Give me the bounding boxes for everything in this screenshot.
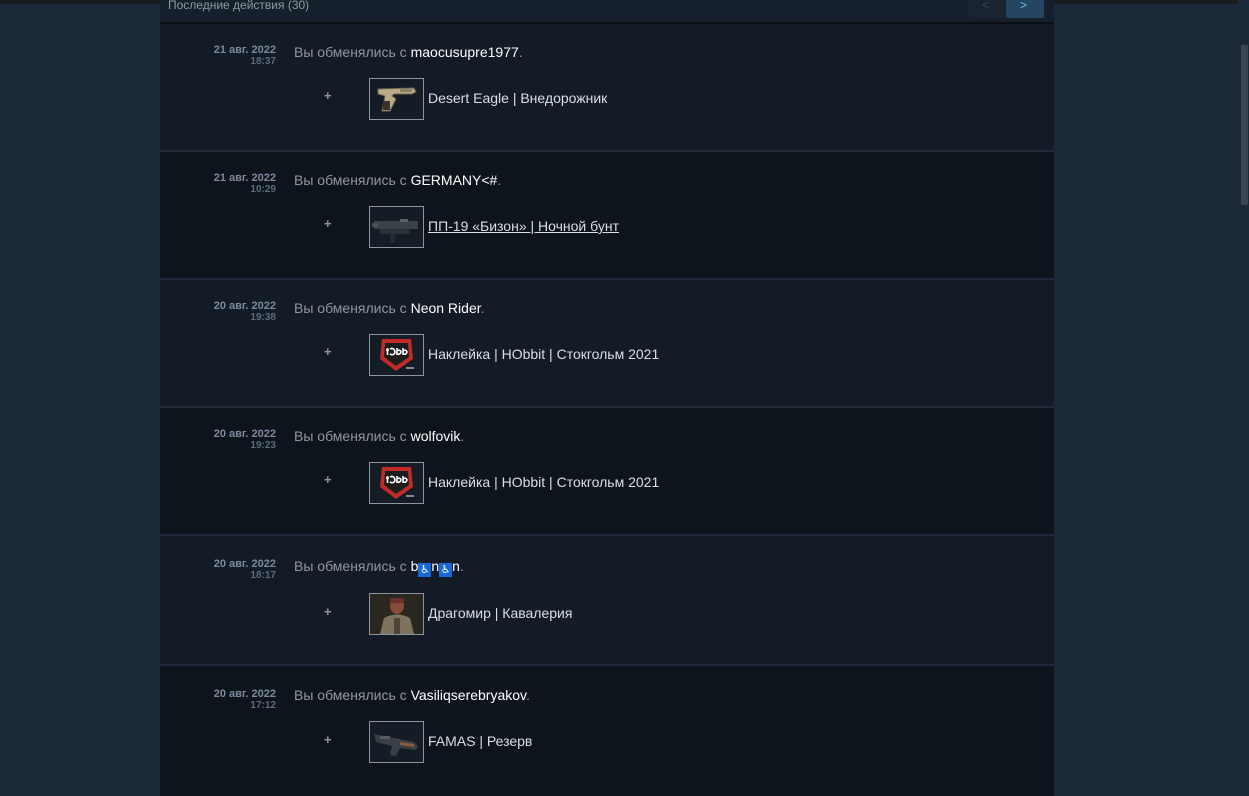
item-name[interactable]: ПП-19 «Бизон» | Ночной бунт xyxy=(428,218,619,234)
entry-date: 21 авг. 2022 xyxy=(213,172,276,184)
entry-time: 19:38 xyxy=(250,312,276,323)
wheelchair-icon: ♿ xyxy=(418,563,432,577)
item-thumbnail[interactable] xyxy=(369,462,424,504)
sticker-icon xyxy=(380,467,414,499)
trade-prefix: Вы обменялись с xyxy=(294,428,411,444)
trade-prefix: Вы обменялись с xyxy=(294,687,411,703)
entry-time: 17:12 xyxy=(250,700,276,711)
plus-icon: + xyxy=(324,604,332,619)
entry-date: 20 авг. 2022 xyxy=(213,428,276,440)
smg-icon xyxy=(372,219,418,243)
item-thumbnail[interactable] xyxy=(369,334,424,376)
trade-suffix: . xyxy=(497,172,502,188)
item-name[interactable]: Драгомир | Кавалерия xyxy=(428,605,572,621)
prev-page-button[interactable]: < xyxy=(968,0,1006,18)
wheelchair-icon: ♿ xyxy=(439,563,453,577)
item-thumbnail[interactable] xyxy=(369,721,424,763)
trade-suffix: . xyxy=(526,687,530,703)
pistol-icon xyxy=(377,87,417,112)
trade-description: Вы обменялись с maocusupre1977. xyxy=(294,44,523,60)
trade-suffix: . xyxy=(460,428,465,444)
sticker-icon xyxy=(380,339,414,371)
trade-description: Вы обменялись с Vasiliqserebryakov. xyxy=(294,687,530,703)
trade-description: Вы обменялись с wolfovik. xyxy=(294,428,464,444)
username-part: n xyxy=(431,558,440,574)
plus-icon: + xyxy=(324,732,332,747)
chevron-right-icon: > xyxy=(1020,0,1028,12)
trade-description: Вы обменялись с GERMANY<#. xyxy=(294,172,501,188)
username-part: n xyxy=(452,558,460,574)
entry-date: 20 авг. 2022 xyxy=(213,300,276,312)
item-name[interactable]: FAMAS | Резерв xyxy=(428,733,532,749)
item-name[interactable]: Desert Eagle | Внедорожник xyxy=(428,90,607,106)
chevron-left-icon: < xyxy=(982,0,990,12)
item-thumbnail[interactable] xyxy=(369,593,424,635)
trade-suffix: . xyxy=(480,300,485,316)
username-part: b xyxy=(410,558,419,574)
trade-suffix: . xyxy=(518,44,523,60)
trade-suffix: . xyxy=(459,558,464,574)
entry-time: 10:29 xyxy=(250,184,276,195)
plus-icon: + xyxy=(324,344,332,359)
entry-date: 21 авг. 2022 xyxy=(213,44,276,56)
trade-entry: 21 авг. 2022 10:29 Вы обменялись с GERMA… xyxy=(160,152,1054,280)
item-thumbnail[interactable] xyxy=(369,78,424,120)
trade-prefix: Вы обменялись с xyxy=(294,300,411,316)
entry-time: 18:17 xyxy=(250,570,276,581)
trade-prefix: Вы обменялись с xyxy=(294,558,411,574)
trade-prefix: Вы обменялись с xyxy=(294,172,411,188)
trade-entry: 20 авг. 2022 18:17 Вы обменялись с b ♿ n ♿ n… xyxy=(160,536,1054,666)
entry-date: 20 авг. 2022 xyxy=(213,558,276,570)
trade-partner-link[interactable]: Neon Rider xyxy=(411,300,481,316)
trade-partner-link[interactable]: wolfovik xyxy=(411,428,461,444)
scrollbar-thumb[interactable] xyxy=(1241,45,1248,205)
plus-icon: + xyxy=(324,472,332,487)
item-name[interactable]: Наклейка | HObbit | Стокгольм 2021 xyxy=(428,474,659,490)
entry-time: 19:23 xyxy=(250,440,276,451)
item-name[interactable]: Наклейка | HObbit | Стокгольм 2021 xyxy=(428,346,659,362)
trade-partner-link[interactable]: b ♿ n ♿ n xyxy=(410,558,460,577)
activity-header: Последние действия (30) < > xyxy=(160,0,1054,24)
plus-icon: + xyxy=(324,216,332,231)
entry-time: 18:37 xyxy=(250,56,276,67)
entry-date: 20 авг. 2022 xyxy=(213,688,276,700)
trade-description: Вы обменялись с Neon Rider. xyxy=(294,300,485,316)
trade-prefix: Вы обменялись с xyxy=(294,44,411,60)
trade-entry: 20 авг. 2022 17:12 Вы обменялись с Vasil… xyxy=(160,666,1054,796)
plus-icon: + xyxy=(324,88,332,103)
item-thumbnail[interactable] xyxy=(369,206,424,248)
trade-entry: 21 авг. 2022 18:37 Вы обменялись с maocu… xyxy=(160,24,1054,152)
trade-description: Вы обменялись с b ♿ n ♿ n. xyxy=(294,558,464,577)
activity-title: Последние действия (30) xyxy=(168,0,310,12)
trade-partner-link[interactable]: Vasiliqserebryakov xyxy=(411,687,526,703)
trade-partner-link[interactable]: GERMANY<# xyxy=(411,172,498,188)
agent-icon xyxy=(370,594,423,634)
trade-entry: 20 авг. 2022 19:23 Вы обменялись с wolfo… xyxy=(160,408,1054,536)
trade-partner-link[interactable]: maocusupre1977 xyxy=(411,44,519,60)
rifle-icon xyxy=(374,734,418,756)
trade-entry: 20 авг. 2022 19:38 Вы обменялись с Neon … xyxy=(160,280,1054,408)
next-page-button[interactable]: > xyxy=(1006,0,1044,18)
